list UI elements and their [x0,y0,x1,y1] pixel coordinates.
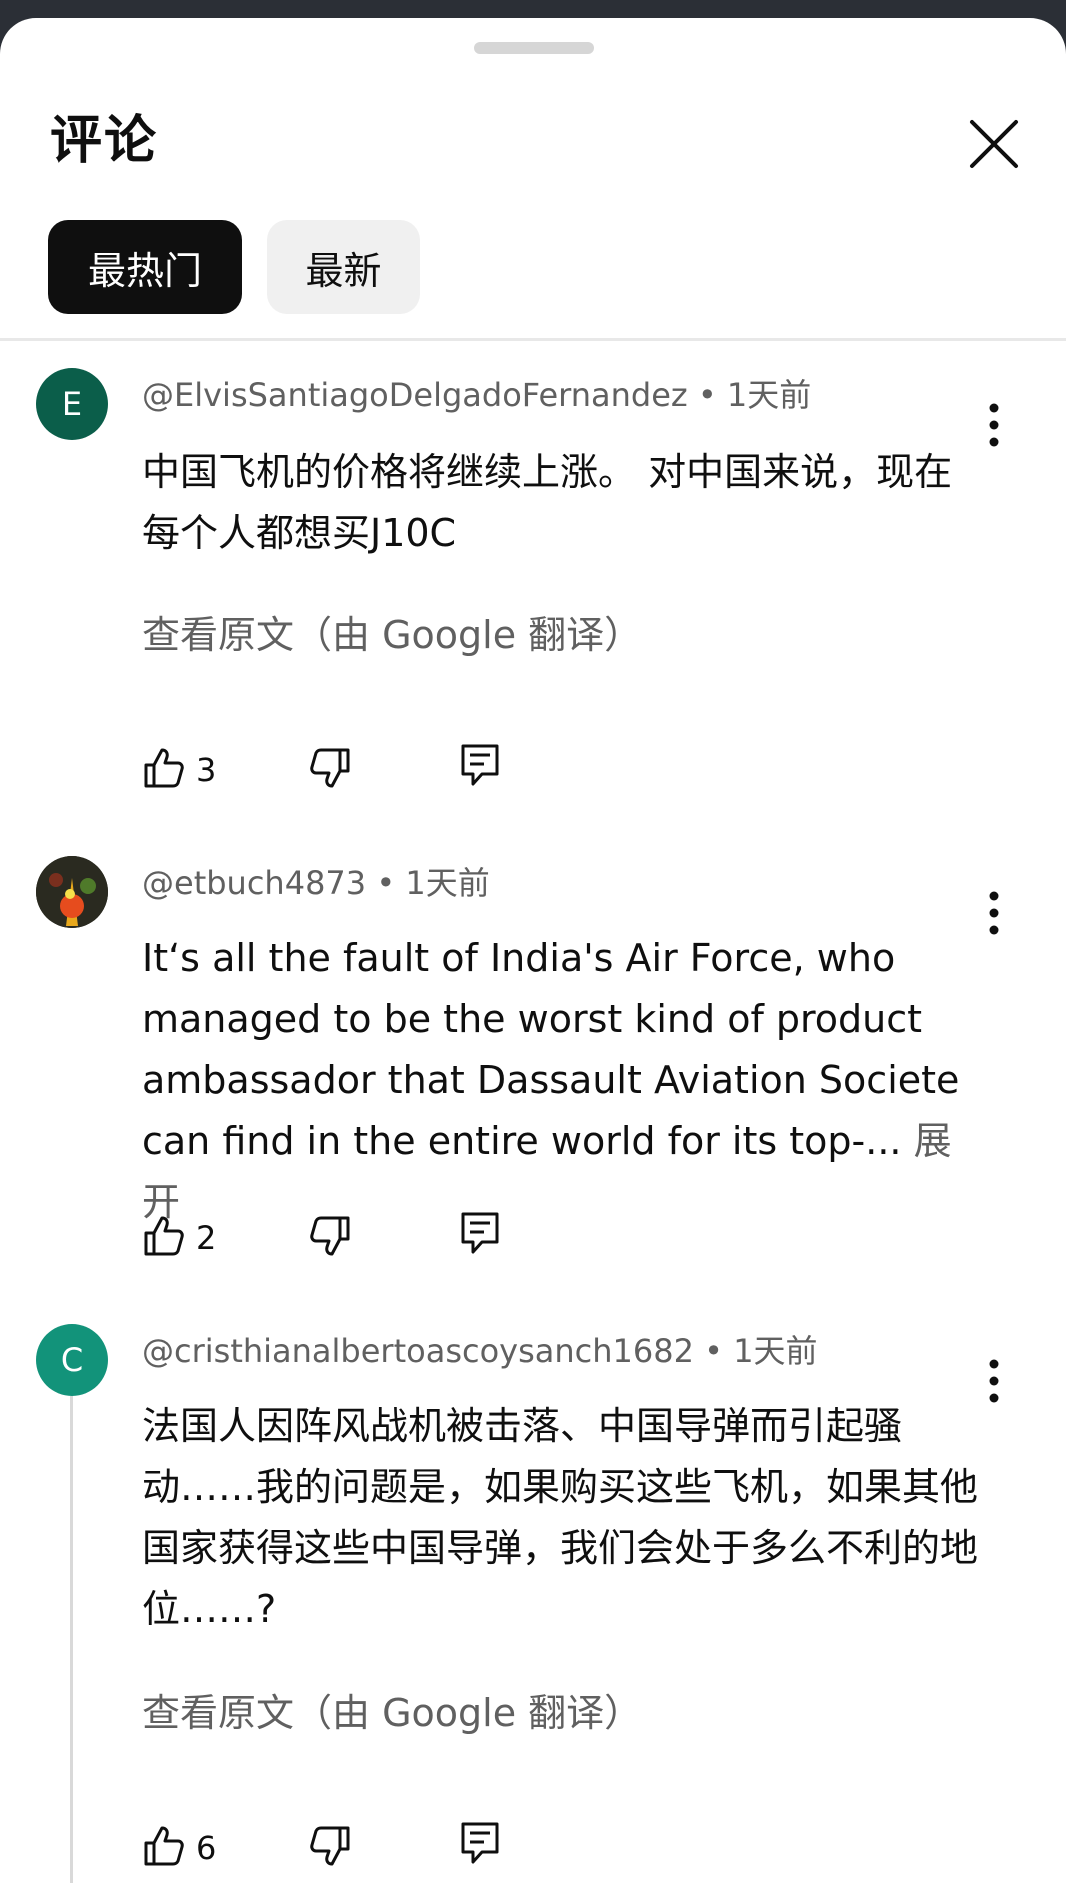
like-count: 3 [196,751,217,789]
comment-time: • 1天前 [697,376,812,414]
view-original-link[interactable]: 查看原文（由 Google 翻译） [142,1682,642,1737]
comment-meta: @ElvisSantiagoDelgadoFernandez • 1天前 [142,370,811,416]
thread-line [70,1396,73,1883]
comment-text: 法国人因阵风战机被击落、中国导弹而引起骚动……我的问题是，如果购买这些飞机，如果… [142,1404,979,1631]
like-count: 6 [196,1829,217,1867]
comment-author[interactable]: @etbuch4873 [142,864,366,902]
like-button[interactable]: 6 [142,1820,216,1876]
divider [0,338,1066,341]
thumbs-down-icon [308,746,352,794]
reply-button[interactable] [458,1208,502,1264]
reply-icon [458,1210,502,1262]
reply-icon [458,1820,502,1872]
comment-meta: @etbuch4873 • 1天前 [142,858,490,904]
thumbs-down-icon [308,1824,352,1872]
comments-sheet: 评论 最热门 最新 E @ElvisSantiagoDelgadoFernand… [0,18,1066,1883]
like-button[interactable]: 2 [142,1210,216,1266]
tab-newest[interactable]: 最新 [267,220,420,314]
tab-top-comments[interactable]: 最热门 [48,220,242,314]
like-button[interactable]: 3 [142,742,216,798]
view-original-link[interactable]: 查看原文（由 Google 翻译） [142,604,642,659]
dislike-button[interactable] [308,1820,352,1876]
comment-author[interactable]: @ElvisSantiagoDelgadoFernandez [142,376,688,414]
thumbs-up-icon [142,1824,186,1872]
drag-handle[interactable] [474,42,594,54]
dislike-button[interactable] [308,742,352,798]
thumbs-up-icon [142,746,186,794]
reply-button[interactable] [458,740,502,796]
comment-text: 中国飞机的价格将继续上涨。 对中国来说，现在每个人都想买J10C [142,450,953,555]
page-title: 评论 [50,111,159,171]
close-icon[interactable] [966,116,1022,172]
dislike-button[interactable] [308,1210,352,1266]
comment-time: • 1天前 [376,864,490,902]
more-vertical-icon[interactable] [978,400,1010,450]
comment-time: • 1天前 [704,1332,818,1370]
avatar[interactable]: E [36,368,108,440]
like-count: 2 [196,1219,217,1257]
comment-text-content: It‘s all the fault of India's Air Force,… [142,936,960,1163]
comment-author[interactable]: @cristhianalbertoascoysanch1682 [142,1332,694,1370]
reply-button[interactable] [458,1818,502,1874]
thumbs-up-icon [142,1214,186,1262]
more-vertical-icon[interactable] [978,1356,1010,1406]
comment-text: It‘s all the fault of India's Air Force,… [142,928,972,1233]
avatar[interactable]: C [36,1324,108,1396]
thumbs-down-icon [308,1214,352,1262]
reply-icon [458,742,502,794]
avatar[interactable] [36,856,108,928]
more-vertical-icon[interactable] [978,888,1010,938]
comment-meta: @cristhianalbertoascoysanch1682 • 1天前 [142,1326,818,1372]
